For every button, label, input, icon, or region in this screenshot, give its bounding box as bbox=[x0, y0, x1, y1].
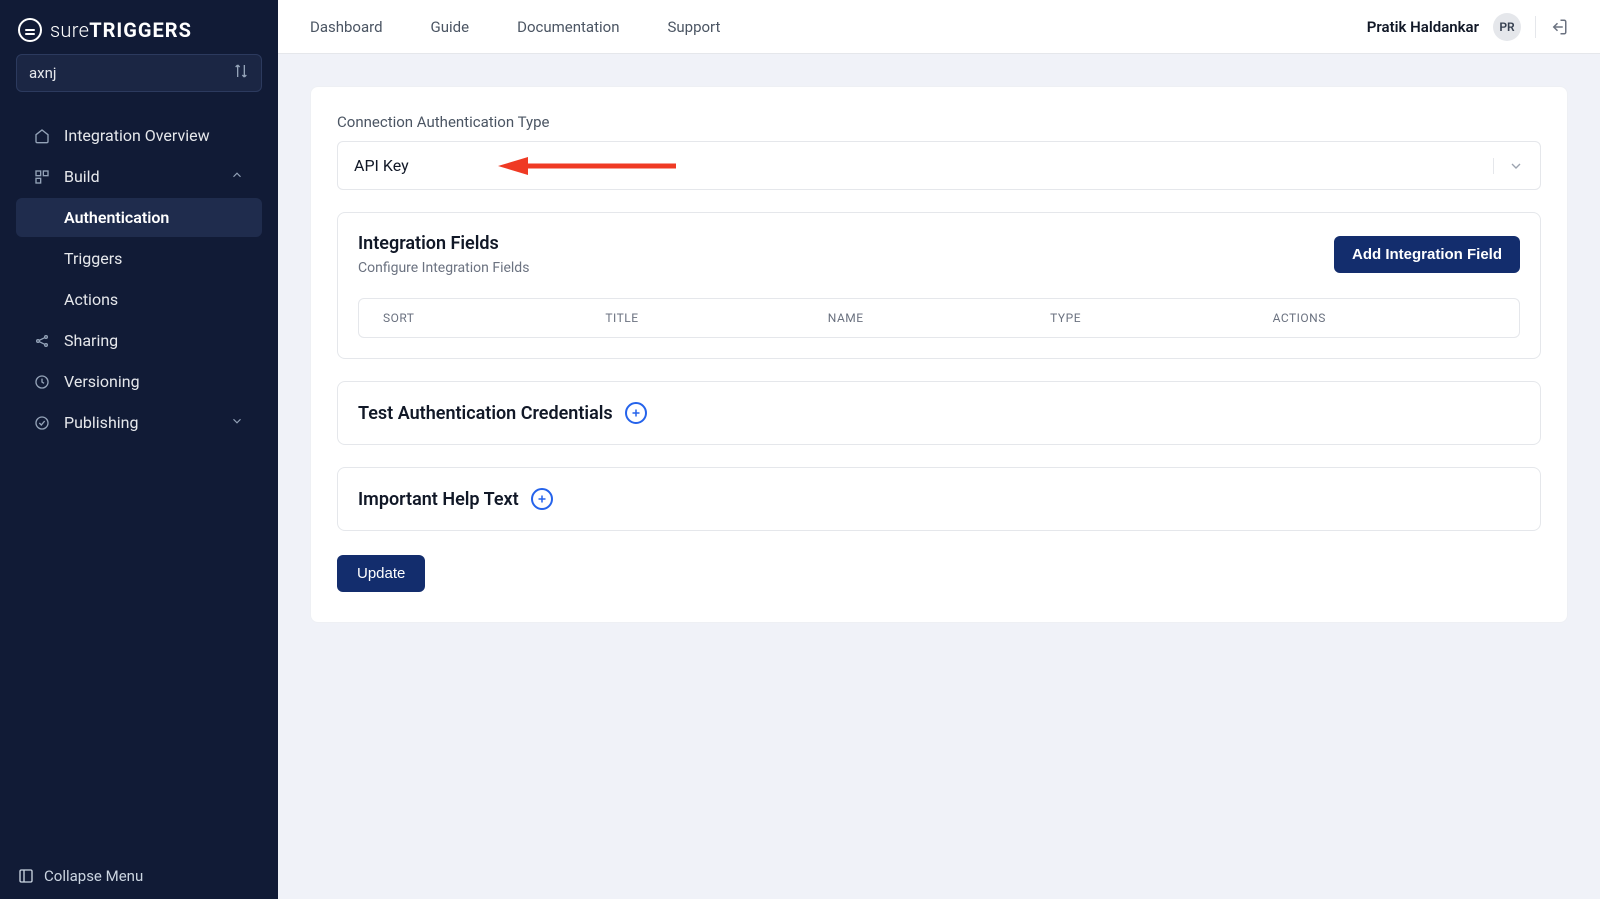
th-actions: ACTIONS bbox=[1273, 311, 1495, 325]
topnav-documentation[interactable]: Documentation bbox=[517, 18, 619, 36]
help-text-title: Important Help Text bbox=[358, 489, 519, 510]
brand-mark-icon bbox=[18, 18, 42, 42]
annotation-arrow-icon bbox=[498, 155, 678, 177]
sidebar-item-publishing[interactable]: Publishing bbox=[16, 403, 262, 442]
chevron-down-icon bbox=[230, 413, 244, 432]
collapse-label: Collapse Menu bbox=[44, 867, 143, 885]
integration-fields-subtitle: Configure Integration Fields bbox=[358, 260, 529, 276]
sidebar-item-overview[interactable]: Integration Overview bbox=[16, 116, 262, 155]
clock-icon bbox=[34, 374, 52, 390]
sidebar-item-label: Publishing bbox=[64, 413, 138, 432]
sidebar-item-build[interactable]: Build bbox=[16, 157, 262, 196]
sidebar-item-sharing[interactable]: Sharing bbox=[16, 321, 262, 360]
brand-bold: TRIGGERS bbox=[89, 18, 192, 42]
auth-card: Connection Authentication Type API Key I… bbox=[310, 86, 1568, 623]
sidebar: sureTRIGGERS axnj Integration Overview B… bbox=[0, 0, 278, 899]
topnav-dashboard[interactable]: Dashboard bbox=[310, 18, 383, 36]
sidebar-nav: Integration Overview Build Authenticatio… bbox=[0, 104, 278, 444]
auth-type-value: API Key bbox=[354, 156, 409, 175]
add-integration-field-button[interactable]: Add Integration Field bbox=[1334, 236, 1520, 273]
topnav-support[interactable]: Support bbox=[667, 18, 720, 36]
sidebar-item-label: Triggers bbox=[64, 249, 122, 268]
auth-type-label: Connection Authentication Type bbox=[337, 113, 1541, 131]
topbar: Dashboard Guide Documentation Support Pr… bbox=[278, 0, 1600, 54]
add-test-auth-button[interactable] bbox=[625, 402, 647, 424]
topnav-guide[interactable]: Guide bbox=[431, 18, 470, 36]
sort-icon[interactable] bbox=[233, 63, 249, 83]
sidebar-item-label: Authentication bbox=[64, 208, 169, 227]
integration-fields-panel: Integration Fields Configure Integration… bbox=[337, 212, 1541, 359]
chevron-down-icon bbox=[1493, 158, 1524, 174]
sidebar-item-actions[interactable]: Actions bbox=[16, 280, 262, 319]
sidebar-item-triggers[interactable]: Triggers bbox=[16, 239, 262, 278]
user-name: Pratik Haldankar bbox=[1367, 18, 1479, 36]
table-header-row: SORT TITLE NAME TYPE ACTIONS bbox=[359, 299, 1519, 337]
search-input[interactable]: axnj bbox=[16, 54, 262, 92]
share-icon bbox=[34, 333, 52, 349]
th-type: TYPE bbox=[1050, 311, 1272, 325]
sidebar-item-label: Actions bbox=[64, 290, 118, 309]
logout-icon[interactable] bbox=[1550, 18, 1568, 36]
home-icon bbox=[34, 128, 52, 144]
avatar[interactable]: PR bbox=[1493, 13, 1521, 41]
add-help-text-button[interactable] bbox=[531, 488, 553, 510]
search-value: axnj bbox=[29, 64, 233, 82]
collapse-menu-button[interactable]: Collapse Menu bbox=[0, 853, 278, 899]
test-auth-panel: Test Authentication Credentials bbox=[337, 381, 1541, 445]
sidebar-item-label: Integration Overview bbox=[64, 126, 210, 145]
brand-text: sureTRIGGERS bbox=[50, 18, 192, 42]
sidebar-item-label: Versioning bbox=[64, 372, 140, 391]
grid-icon bbox=[34, 169, 52, 185]
th-name: NAME bbox=[828, 311, 1050, 325]
sidebar-item-label: Build bbox=[64, 167, 100, 186]
integration-fields-table: SORT TITLE NAME TYPE ACTIONS bbox=[358, 298, 1520, 338]
collapse-icon bbox=[18, 868, 34, 884]
integration-fields-title: Integration Fields bbox=[358, 233, 529, 254]
brand-logo: sureTRIGGERS bbox=[0, 10, 278, 54]
th-sort: SORT bbox=[383, 311, 605, 325]
divider bbox=[1535, 16, 1536, 38]
chevron-up-icon bbox=[230, 167, 244, 186]
sidebar-item-label: Sharing bbox=[64, 331, 118, 350]
auth-type-select[interactable]: API Key bbox=[337, 141, 1541, 190]
test-auth-title: Test Authentication Credentials bbox=[358, 403, 613, 424]
check-circle-icon bbox=[34, 415, 52, 431]
th-title: TITLE bbox=[605, 311, 827, 325]
sidebar-item-authentication[interactable]: Authentication bbox=[16, 198, 262, 237]
update-button[interactable]: Update bbox=[337, 555, 425, 592]
help-text-panel: Important Help Text bbox=[337, 467, 1541, 531]
brand-light: sure bbox=[50, 18, 89, 42]
sidebar-item-versioning[interactable]: Versioning bbox=[16, 362, 262, 401]
top-nav: Dashboard Guide Documentation Support bbox=[310, 18, 720, 36]
